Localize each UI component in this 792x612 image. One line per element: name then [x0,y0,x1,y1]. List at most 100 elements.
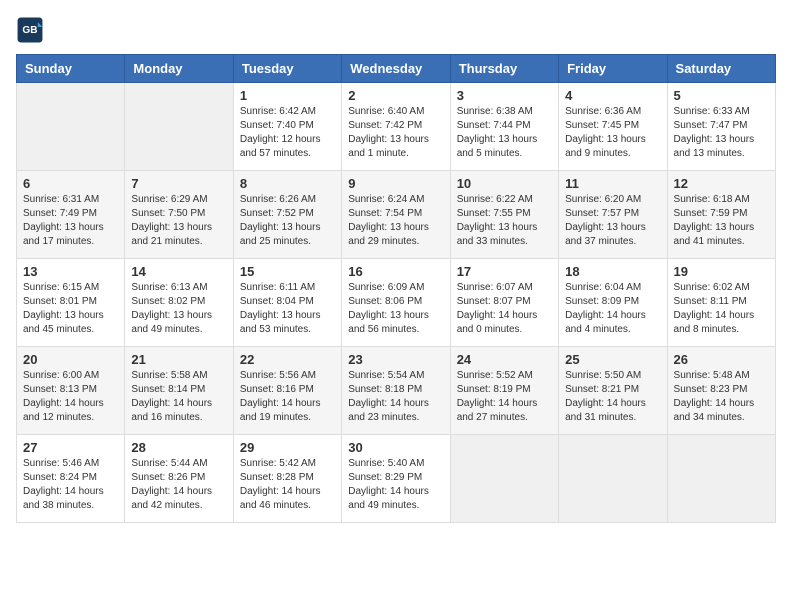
weekday-header: Wednesday [342,55,450,83]
calendar-cell: 17 Sunrise: 6:07 AM Sunset: 8:07 PM Dayli… [450,259,558,347]
day-number: 17 [457,264,552,279]
calendar-cell: 1 Sunrise: 6:42 AM Sunset: 7:40 PM Daylig… [233,83,341,171]
calendar-cell: 7 Sunrise: 6:29 AM Sunset: 7:50 PM Daylig… [125,171,233,259]
day-number: 29 [240,440,335,455]
day-info: Sunrise: 6:31 AM Sunset: 7:49 PM Dayligh… [23,193,118,249]
calendar-cell: 8 Sunrise: 6:26 AM Sunset: 7:52 PM Daylig… [233,171,341,259]
day-info: Sunrise: 5:54 AM Sunset: 8:18 PM Dayligh… [348,369,443,425]
calendar-cell: 10 Sunrise: 6:22 AM Sunset: 7:55 PM Dayli… [450,171,558,259]
calendar-cell: 15 Sunrise: 6:11 AM Sunset: 8:04 PM Dayli… [233,259,341,347]
day-number: 8 [240,176,335,191]
day-info: Sunrise: 6:42 AM Sunset: 7:40 PM Dayligh… [240,105,335,161]
calendar-cell: 18 Sunrise: 6:04 AM Sunset: 8:09 PM Dayli… [559,259,667,347]
calendar-cell: 22 Sunrise: 5:56 AM Sunset: 8:16 PM Dayli… [233,347,341,435]
day-info: Sunrise: 6:15 AM Sunset: 8:01 PM Dayligh… [23,281,118,337]
day-number: 6 [23,176,118,191]
day-number: 1 [240,88,335,103]
day-number: 10 [457,176,552,191]
day-info: Sunrise: 6:22 AM Sunset: 7:55 PM Dayligh… [457,193,552,249]
day-info: Sunrise: 5:52 AM Sunset: 8:19 PM Dayligh… [457,369,552,425]
day-number: 16 [348,264,443,279]
day-info: Sunrise: 5:56 AM Sunset: 8:16 PM Dayligh… [240,369,335,425]
svg-text:GB: GB [22,25,37,36]
weekday-header: Tuesday [233,55,341,83]
weekday-header: Friday [559,55,667,83]
calendar-cell [559,435,667,523]
weekday-header: Sunday [17,55,125,83]
day-info: Sunrise: 6:26 AM Sunset: 7:52 PM Dayligh… [240,193,335,249]
day-info: Sunrise: 6:13 AM Sunset: 8:02 PM Dayligh… [131,281,226,337]
day-info: Sunrise: 5:42 AM Sunset: 8:28 PM Dayligh… [240,457,335,513]
day-info: Sunrise: 5:44 AM Sunset: 8:26 PM Dayligh… [131,457,226,513]
day-number: 14 [131,264,226,279]
calendar-cell: 5 Sunrise: 6:33 AM Sunset: 7:47 PM Daylig… [667,83,775,171]
calendar-table: SundayMondayTuesdayWednesdayThursdayFrid… [16,54,776,523]
calendar-cell: 24 Sunrise: 5:52 AM Sunset: 8:19 PM Dayli… [450,347,558,435]
day-number: 11 [565,176,660,191]
calendar-cell [667,435,775,523]
day-number: 20 [23,352,118,367]
day-info: Sunrise: 6:33 AM Sunset: 7:47 PM Dayligh… [674,105,769,161]
calendar-cell: 3 Sunrise: 6:38 AM Sunset: 7:44 PM Daylig… [450,83,558,171]
day-info: Sunrise: 6:04 AM Sunset: 8:09 PM Dayligh… [565,281,660,337]
day-number: 18 [565,264,660,279]
calendar-cell: 14 Sunrise: 6:13 AM Sunset: 8:02 PM Dayli… [125,259,233,347]
calendar-cell: 9 Sunrise: 6:24 AM Sunset: 7:54 PM Daylig… [342,171,450,259]
day-info: Sunrise: 6:18 AM Sunset: 7:59 PM Dayligh… [674,193,769,249]
weekday-header: Monday [125,55,233,83]
day-info: Sunrise: 6:07 AM Sunset: 8:07 PM Dayligh… [457,281,552,337]
day-number: 13 [23,264,118,279]
calendar-cell: 30 Sunrise: 5:40 AM Sunset: 8:29 PM Dayli… [342,435,450,523]
day-number: 30 [348,440,443,455]
calendar-cell: 27Sunrise: 5:46 AM Sunset: 8:24 PM Dayli… [17,435,125,523]
calendar-cell: 4 Sunrise: 6:36 AM Sunset: 7:45 PM Daylig… [559,83,667,171]
day-info: Sunrise: 6:40 AM Sunset: 7:42 PM Dayligh… [348,105,443,161]
calendar-cell [450,435,558,523]
weekday-header: Thursday [450,55,558,83]
day-info: Sunrise: 5:50 AM Sunset: 8:21 PM Dayligh… [565,369,660,425]
day-info: Sunrise: 6:36 AM Sunset: 7:45 PM Dayligh… [565,105,660,161]
day-number: 7 [131,176,226,191]
calendar-cell: 25 Sunrise: 5:50 AM Sunset: 8:21 PM Dayli… [559,347,667,435]
day-info: Sunrise: 6:00 AM Sunset: 8:13 PM Dayligh… [23,369,118,425]
day-number: 19 [674,264,769,279]
day-info: Sunrise: 5:40 AM Sunset: 8:29 PM Dayligh… [348,457,443,513]
calendar-cell: 13 Sunrise: 6:15 AM Sunset: 8:01 PM Dayli… [17,259,125,347]
day-info: Sunrise: 6:11 AM Sunset: 8:04 PM Dayligh… [240,281,335,337]
calendar-cell: 26Sunrise: 5:48 AM Sunset: 8:23 PM Dayli… [667,347,775,435]
day-info: Sunrise: 6:38 AM Sunset: 7:44 PM Dayligh… [457,105,552,161]
calendar-cell: 23 Sunrise: 5:54 AM Sunset: 8:18 PM Dayli… [342,347,450,435]
day-number: 28 [131,440,226,455]
day-number: 22 [240,352,335,367]
day-number: 4 [565,88,660,103]
calendar-cell: 12Sunrise: 6:18 AM Sunset: 7:59 PM Dayli… [667,171,775,259]
day-info: Sunrise: 6:20 AM Sunset: 7:57 PM Dayligh… [565,193,660,249]
logo-icon: GB [16,16,44,44]
calendar-cell: 2 Sunrise: 6:40 AM Sunset: 7:42 PM Daylig… [342,83,450,171]
day-info: Sunrise: 6:24 AM Sunset: 7:54 PM Dayligh… [348,193,443,249]
logo: GB [16,16,48,44]
day-number: 2 [348,88,443,103]
calendar-cell: 20 Sunrise: 6:00 AM Sunset: 8:13 PM Dayli… [17,347,125,435]
day-info: Sunrise: 6:09 AM Sunset: 8:06 PM Dayligh… [348,281,443,337]
day-number: 23 [348,352,443,367]
calendar-cell: 6 Sunrise: 6:31 AM Sunset: 7:49 PM Daylig… [17,171,125,259]
day-number: 5 [674,88,769,103]
day-info: Sunrise: 6:02 AM Sunset: 8:11 PM Dayligh… [674,281,769,337]
day-number: 3 [457,88,552,103]
day-number: 24 [457,352,552,367]
calendar-cell: 11 Sunrise: 6:20 AM Sunset: 7:57 PM Dayli… [559,171,667,259]
page-header: GB [16,16,776,44]
day-number: 15 [240,264,335,279]
calendar-cell: 28 Sunrise: 5:44 AM Sunset: 8:26 PM Dayli… [125,435,233,523]
day-info: Sunrise: 5:48 AM Sunset: 8:23 PM Dayligh… [674,369,769,425]
day-number: 25 [565,352,660,367]
calendar-cell [125,83,233,171]
day-number: 21 [131,352,226,367]
calendar-cell [17,83,125,171]
calendar-cell: 19 Sunrise: 6:02 AM Sunset: 8:11 PM Dayli… [667,259,775,347]
day-info: Sunrise: 5:46 AM Sunset: 8:24 PM Dayligh… [23,457,118,513]
day-info: Sunrise: 5:58 AM Sunset: 8:14 PM Dayligh… [131,369,226,425]
day-info: Sunrise: 6:29 AM Sunset: 7:50 PM Dayligh… [131,193,226,249]
day-number: 9 [348,176,443,191]
